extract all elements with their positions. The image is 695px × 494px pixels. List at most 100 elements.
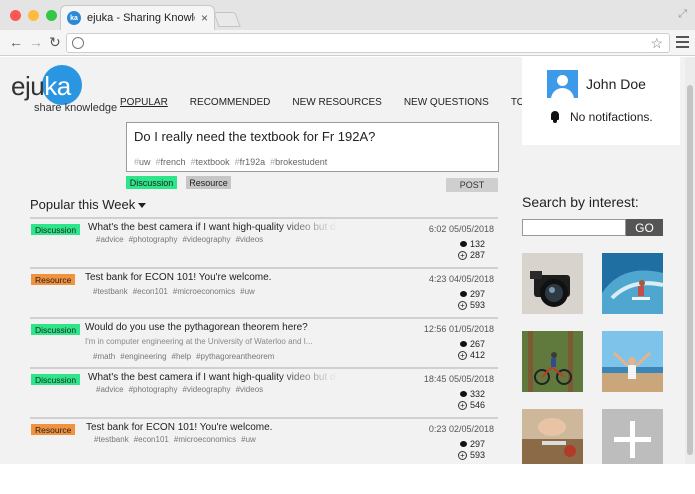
- new-tab-button[interactable]: [213, 12, 241, 27]
- nav-recommended[interactable]: RECOMMENDED: [190, 97, 271, 108]
- browser-menu-icon[interactable]: [676, 36, 689, 51]
- post-tag[interactable]: uw: [240, 287, 255, 296]
- comment-count[interactable]: 132: [460, 239, 485, 249]
- comment-count[interactable]: 332: [460, 389, 485, 399]
- feed-post[interactable]: Resource Test bank for ECON 101! You're …: [30, 417, 498, 464]
- zoom-window-button[interactable]: [46, 10, 57, 21]
- feed-heading-text: Popular this Week: [30, 197, 136, 212]
- post-tag[interactable]: videos: [236, 235, 264, 244]
- browser-tab[interactable]: ka ejuka - Sharing Knowledge ×: [60, 5, 215, 30]
- type-discussion-button[interactable]: Discussion: [126, 176, 177, 189]
- question-composer[interactable]: Do I really need the textbook for Fr 192…: [126, 122, 499, 172]
- close-window-button[interactable]: [10, 10, 21, 21]
- post-tag[interactable]: pythagoreantheorem: [196, 352, 274, 361]
- go-button[interactable]: GO: [626, 219, 663, 236]
- composer-tag: fr192a: [235, 157, 266, 167]
- comment-count[interactable]: 297: [460, 289, 485, 299]
- composer-tags[interactable]: uw french textbook fr192a brokestudent: [134, 157, 332, 167]
- post-tag[interactable]: videography: [183, 235, 231, 244]
- post-tag[interactable]: econ101: [133, 287, 168, 296]
- upvote-plus-icon[interactable]: +: [458, 300, 467, 310]
- nav-popular[interactable]: POPULAR: [120, 97, 168, 108]
- user-name[interactable]: John Doe: [586, 76, 646, 92]
- post-tag[interactable]: uw: [241, 435, 256, 444]
- address-bar[interactable]: ☆: [66, 33, 670, 53]
- post-title[interactable]: Would do you use the pythagorean theorem…: [85, 322, 345, 333]
- post-time: 0:23: [428, 424, 447, 434]
- user-avatar-icon[interactable]: [547, 70, 578, 98]
- vote-count[interactable]: +593: [458, 450, 485, 460]
- post-tags: advice photography videography videos: [96, 235, 268, 244]
- comment-count-value: 332: [470, 389, 486, 399]
- comment-count-value: 132: [470, 239, 486, 249]
- post-tag[interactable]: videography: [183, 385, 231, 394]
- tab-close-icon[interactable]: ×: [201, 11, 208, 25]
- bell-icon[interactable]: [550, 111, 560, 123]
- comment-count[interactable]: 267: [460, 339, 485, 349]
- add-interest-tile[interactable]: [602, 409, 663, 464]
- scrollbar-thumb[interactable]: [687, 85, 693, 455]
- post-title[interactable]: What's the best camera if I want high-qu…: [88, 222, 338, 233]
- interest-tile-camera[interactable]: [522, 253, 583, 314]
- post-snippet: I'm in computer engineering at the Unive…: [85, 337, 313, 346]
- feed-post[interactable]: Resource Test bank for ECON 101! You're …: [30, 267, 498, 317]
- bookmark-star-icon[interactable]: ☆: [650, 35, 663, 52]
- post-tag[interactable]: microeconomics: [174, 435, 236, 444]
- post-tag[interactable]: photography: [129, 235, 178, 244]
- ejuka-logo[interactable]: ejuka share knowledge: [10, 65, 120, 115]
- nav-new-questions[interactable]: NEW QUESTIONS: [404, 97, 489, 108]
- post-tag[interactable]: engineering: [120, 352, 166, 361]
- question-input[interactable]: Do I really need the textbook for Fr 192…: [134, 129, 375, 144]
- post-button[interactable]: POST: [446, 178, 498, 192]
- page-scrollbar[interactable]: [685, 57, 695, 464]
- feed-post[interactable]: Discussion What's the best camera if I w…: [30, 367, 498, 417]
- type-resource-button[interactable]: Resource: [186, 176, 231, 189]
- feed-heading[interactable]: Popular this Week: [30, 197, 147, 212]
- post-title[interactable]: Test bank for ECON 101! You're welcome.: [85, 272, 345, 283]
- interest-tile-beach[interactable]: [602, 331, 663, 392]
- interest-tile-biking[interactable]: [522, 331, 583, 392]
- post-tag[interactable]: help: [172, 352, 192, 361]
- interest-search-input[interactable]: [522, 219, 626, 236]
- interest-tile-cooking[interactable]: [522, 409, 583, 464]
- post-tag[interactable]: microeconomics: [173, 287, 235, 296]
- upvote-plus-icon[interactable]: +: [458, 400, 467, 410]
- forward-arrow-icon[interactable]: →: [29, 34, 43, 50]
- post-tag[interactable]: advice: [96, 385, 124, 394]
- post-title[interactable]: What's the best camera if I want high-qu…: [88, 372, 338, 383]
- feed-post[interactable]: Discussion What's the best camera if I w…: [30, 217, 498, 267]
- vote-count[interactable]: +593: [458, 300, 485, 310]
- right-sidebar: John Doe No notifactions. Search by inte…: [522, 57, 684, 464]
- upvote-plus-icon[interactable]: +: [458, 250, 467, 260]
- vote-count[interactable]: +287: [458, 250, 485, 260]
- post-type-badge: Discussion: [31, 324, 81, 335]
- page-info-icon: [72, 37, 84, 49]
- back-arrow-icon[interactable]: ←: [9, 34, 23, 50]
- tab-title: ejuka - Sharing Knowledge: [87, 12, 195, 24]
- nav-new-resources[interactable]: NEW RESOURCES: [292, 97, 381, 108]
- upvote-plus-icon[interactable]: +: [458, 450, 467, 460]
- fullscreen-icon[interactable]: ⤢: [678, 8, 687, 21]
- vote-count[interactable]: +412: [458, 350, 485, 360]
- post-type-badge: Discussion: [31, 374, 81, 385]
- reload-icon[interactable]: ↻: [49, 34, 61, 50]
- post-tag[interactable]: math: [93, 352, 115, 361]
- comment-count[interactable]: 297: [460, 439, 485, 449]
- logo-wordmark: ejuka: [11, 71, 71, 102]
- post-tag[interactable]: photography: [129, 385, 178, 394]
- window-controls: [10, 10, 57, 21]
- post-title[interactable]: Test bank for ECON 101! You're welcome.: [86, 422, 346, 433]
- post-tag[interactable]: testbank: [93, 287, 128, 296]
- notifications-text[interactable]: No notifactions.: [570, 110, 653, 124]
- upvote-plus-icon[interactable]: +: [458, 350, 467, 360]
- post-tag[interactable]: advice: [96, 235, 124, 244]
- feed-post[interactable]: Discussion Would do you use the pythagor…: [30, 317, 498, 367]
- vote-count[interactable]: +546: [458, 400, 485, 410]
- minimize-window-button[interactable]: [28, 10, 39, 21]
- interest-tile-surfing[interactable]: [602, 253, 663, 314]
- post-tag[interactable]: econ101: [134, 435, 169, 444]
- post-tag[interactable]: testbank: [94, 435, 129, 444]
- vote-count-value: 287: [470, 250, 486, 260]
- profile-card: John Doe No notifactions.: [522, 57, 680, 145]
- post-tag[interactable]: videos: [236, 385, 264, 394]
